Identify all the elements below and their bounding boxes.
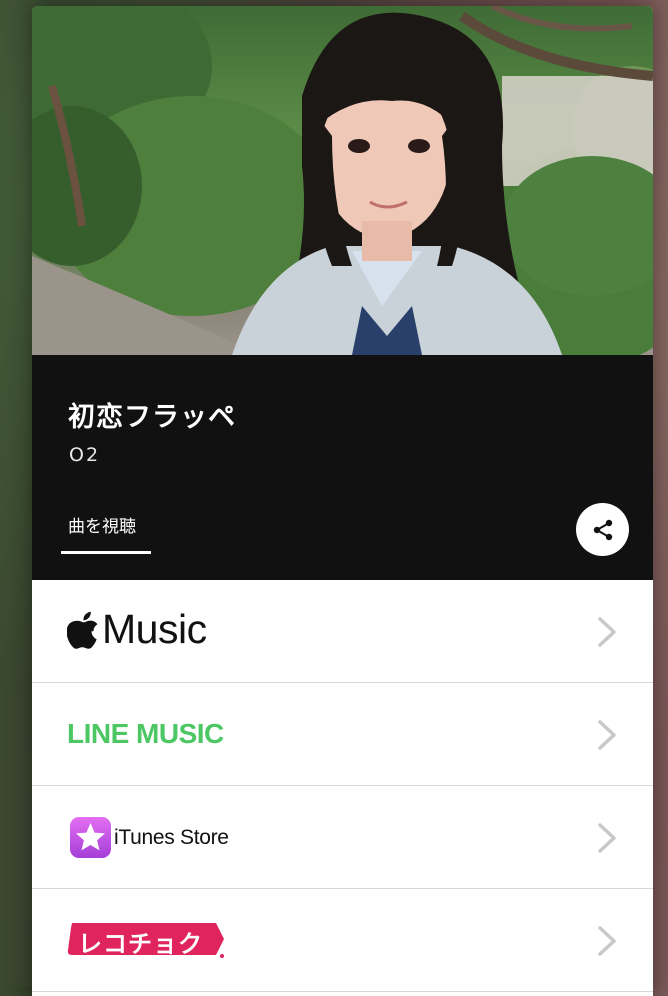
song-title: 初恋フラッペ (68, 402, 236, 433)
service-itunes-store[interactable]: iTunes Store (32, 786, 653, 889)
itunes-store-text: iTunes Store (114, 825, 229, 849)
song-info-panel: 初恋フラッペ O2 曲を視聴 (32, 355, 653, 580)
share-icon (593, 519, 612, 540)
apple-music-text: Music (102, 606, 207, 652)
star-icon (70, 817, 111, 858)
service-line-music[interactable]: LINE MUSIC (32, 683, 653, 786)
chevron-right-icon (598, 720, 616, 750)
recochoku-logo: レコチョク (66, 921, 226, 959)
apple-icon (67, 611, 98, 649)
cover-photo (32, 6, 653, 355)
service-recochoku[interactable]: レコチョク (32, 889, 653, 992)
service-apple-music[interactable]: Music (32, 580, 653, 683)
song-link-card: 初恋フラッペ O2 曲を視聴 Music LINE MUSIC iTunes S… (32, 6, 653, 996)
chevron-right-icon (598, 926, 616, 956)
artist-name: O2 (69, 444, 101, 466)
tab-label: 曲を視聴 (68, 517, 136, 537)
tab-listen[interactable]: 曲を視聴 (61, 498, 151, 554)
share-button[interactable] (576, 503, 629, 556)
itunes-store-logo: iTunes Store (70, 817, 229, 858)
line-music-logo: LINE MUSIC (67, 718, 224, 750)
apple-music-logo: Music (67, 606, 207, 653)
recochoku-text: レコチョク (78, 930, 203, 958)
line-music-text: LINE MUSIC (67, 718, 224, 749)
cover-image (32, 6, 653, 355)
chevron-right-icon (598, 823, 616, 853)
chevron-right-icon (598, 617, 616, 647)
